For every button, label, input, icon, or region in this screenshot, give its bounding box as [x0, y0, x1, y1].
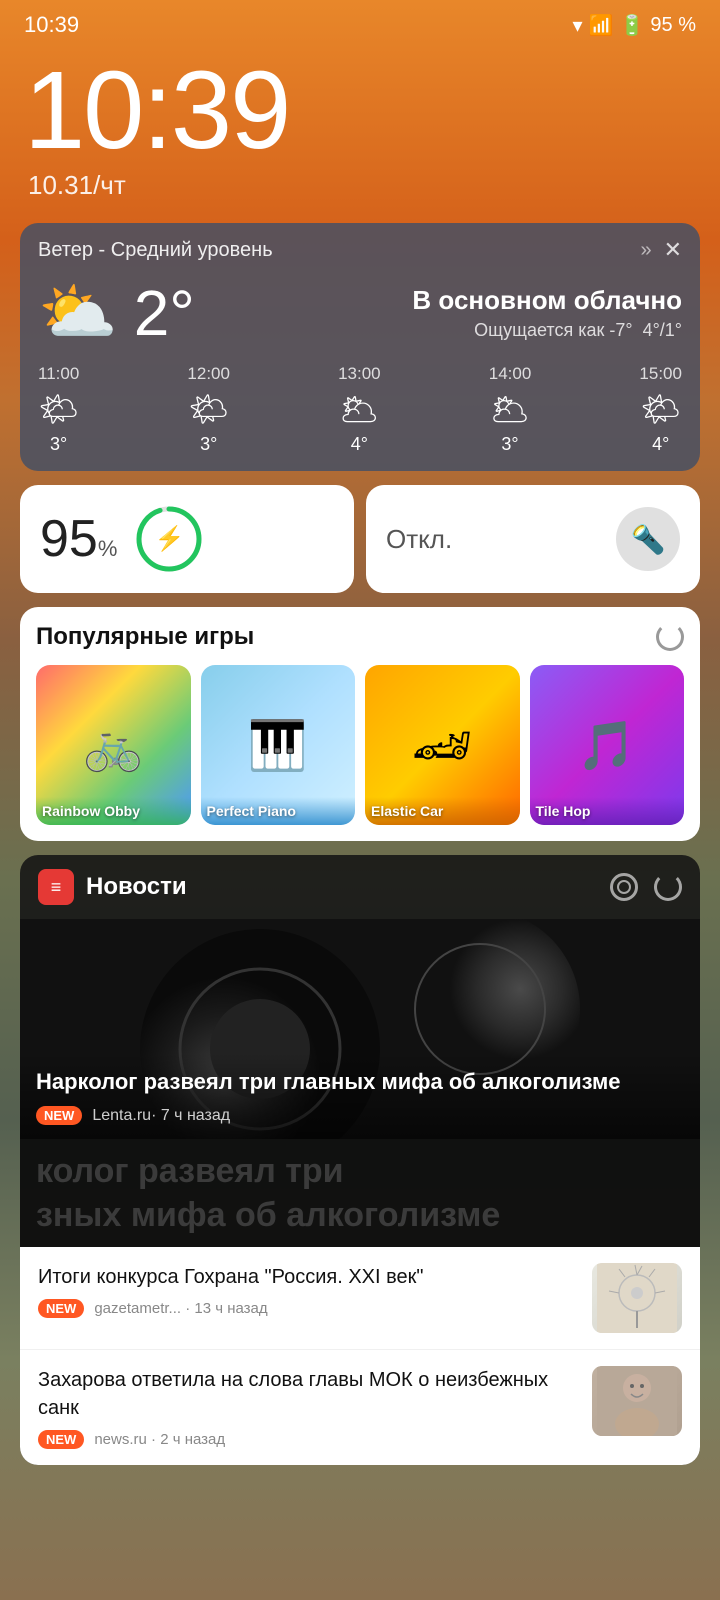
weather-actions[interactable]: » ✕: [640, 237, 682, 263]
news-item-2-source: news.ru · 2 ч назад: [94, 1431, 225, 1448]
news-featured-source: Lenta.ru· 7 ч назад: [92, 1107, 230, 1125]
news-big-headline: колог развеял тризных мифа об алкоголизм…: [36, 1149, 684, 1237]
news-item-2-badge: NEW: [38, 1430, 84, 1449]
weather-title: Ветер - Средний уровень: [38, 239, 273, 262]
weather-desc-main: В основном облачно: [412, 285, 682, 316]
forecast-1: 11:00 🌤 3°: [38, 364, 79, 455]
status-time: 10:39: [24, 12, 79, 38]
news-item-1-source: gazetametr... · 13 ч назад: [94, 1300, 267, 1317]
news-item-2-title: Захарова ответила на слова главы МОК о н…: [38, 1366, 578, 1422]
game-label-piano: Perfect Piano: [201, 797, 356, 825]
forecast-icon-3: 🌥: [339, 390, 380, 428]
weather-close-icon[interactable]: ✕: [664, 237, 682, 263]
weather-main-icon: ⛅: [38, 275, 118, 350]
forecast-5: 15:00 🌤 4°: [639, 364, 682, 455]
clock-widget: 10:39 10.31/чт: [0, 46, 720, 205]
battery-circle-indicator: ⚡: [133, 503, 205, 575]
game-item-perfect-piano[interactable]: 🎹 Perfect Piano: [201, 665, 356, 825]
battery-percent-display: 95%: [40, 509, 117, 569]
news-big-headline-area: колог развеял тризных мифа об алкоголизм…: [20, 1139, 700, 1247]
flashlight-button[interactable]: 🔦: [616, 507, 680, 571]
news-logo: ≡: [38, 869, 74, 905]
clock-time: 10:39: [24, 56, 696, 166]
game-label-car: Elastic Car: [365, 797, 520, 825]
news-widget: ≡ Новости: [20, 855, 700, 1465]
weather-expand-icon[interactable]: »: [640, 239, 651, 262]
status-icons: ▾ 📶 🔋 95 %: [573, 13, 696, 38]
news-item-2-image: [592, 1366, 682, 1436]
game-label-rainbow: Rainbow Obby: [36, 797, 191, 825]
news-featured-title: Нарколог развеял три главных мифа об алк…: [36, 1067, 684, 1098]
news-refresh-icon[interactable]: [654, 873, 682, 901]
forecast-2: 12:00 🌤 3°: [187, 364, 230, 455]
news-list: Итоги конкурса Гохрана "Россия. XXI век"…: [20, 1247, 700, 1465]
news-featured-meta: NEW Lenta.ru· 7 ч назад: [36, 1106, 684, 1125]
forecast-temp-1: 3°: [50, 434, 67, 455]
weather-main: ⛅ 2° В основном облачно Ощущается как -7…: [38, 275, 682, 350]
game-label-tiles: Tile Hop: [530, 797, 685, 825]
forecast-temp-3: 4°: [351, 434, 368, 455]
forecast-4: 14:00 🌥 3°: [489, 364, 532, 455]
weather-forecast: 11:00 🌤 3° 12:00 🌤 3° 13:00 🌥 4° 14:00 🌥…: [38, 364, 682, 455]
status-bar: 10:39 ▾ 📶 🔋 95 %: [0, 0, 720, 46]
weather-temperature: 2°: [134, 276, 195, 350]
news-item-1-badge: NEW: [38, 1299, 84, 1318]
news-header-title: Новости: [86, 873, 598, 901]
news-item-1-content: Итоги конкурса Гохрана "Россия. XXI век"…: [38, 1263, 578, 1318]
quick-widgets: 95% ⚡ Откл. 🔦: [20, 485, 700, 593]
news-item-2-img-inner: [592, 1366, 682, 1436]
weather-header: Ветер - Средний уровень » ✕: [38, 237, 682, 263]
forecast-time-1: 11:00: [38, 364, 79, 384]
wifi-icon: ▾: [573, 13, 583, 38]
dandelion-svg: [597, 1263, 677, 1333]
clock-date: 10.31/чт: [28, 170, 696, 201]
news-featured-image[interactable]: Нарколог развеял три главных мифа об алк…: [20, 919, 700, 1139]
person-svg: [597, 1366, 677, 1436]
news-item-2-content: Захарова ответила на слова главы МОК о н…: [38, 1366, 578, 1449]
games-refresh-icon[interactable]: [656, 623, 684, 651]
news-item-1-title: Итоги конкурса Гохрана "Россия. XXI век": [38, 1263, 578, 1291]
news-item-2[interactable]: Захарова ответила на слова главы МОК о н…: [20, 1350, 700, 1465]
news-header-actions[interactable]: [610, 873, 682, 901]
weather-feels-like: Ощущается как -7° 4°/1°: [412, 320, 682, 341]
weather-widget: Ветер - Средний уровень » ✕ ⛅ 2° В основ…: [20, 223, 700, 471]
forecast-time-4: 14:00: [489, 364, 532, 384]
news-header: ≡ Новости: [20, 855, 700, 919]
flashlight-label: Откл.: [386, 524, 452, 555]
games-title: Популярные игры: [36, 623, 254, 651]
battery-charging-icon: ⚡: [154, 525, 184, 554]
game-item-tile-hop[interactable]: 🎵 Tile Hop: [530, 665, 685, 825]
forecast-icon-2: 🌤: [188, 390, 229, 428]
battery-percent-status: 95 %: [650, 14, 696, 37]
game-item-rainbow-obby[interactable]: 🚲 Rainbow Obby: [36, 665, 191, 825]
forecast-temp-2: 3°: [200, 434, 217, 455]
games-grid: 🚲 Rainbow Obby 🎹 Perfect Piano 🏎 Elastic…: [36, 665, 684, 825]
signal-icon: 📶: [589, 13, 614, 38]
battery-status-icon: 🔋: [620, 13, 645, 38]
forecast-icon-4: 🌥: [490, 390, 531, 428]
forecast-time-2: 12:00: [187, 364, 230, 384]
weather-description: В основном облачно Ощущается как -7° 4°/…: [412, 285, 682, 341]
forecast-icon-5: 🌤: [640, 390, 681, 428]
forecast-time-5: 15:00: [639, 364, 682, 384]
games-widget: Популярные игры 🚲 Rainbow Obby 🎹 Perfect…: [20, 607, 700, 841]
flashlight-icon: 🔦: [631, 523, 666, 556]
news-featured-badge: NEW: [36, 1106, 82, 1125]
forecast-temp-5: 4°: [652, 434, 669, 455]
news-featured-overlay: Нарколог развеял три главных мифа об алк…: [20, 1053, 700, 1139]
battery-widget: 95% ⚡: [20, 485, 354, 593]
news-item-1-meta: NEW gazetametr... · 13 ч назад: [38, 1299, 578, 1318]
forecast-temp-4: 3°: [501, 434, 518, 455]
news-item-1[interactable]: Итоги конкурса Гохрана "Россия. XXI век"…: [20, 1247, 700, 1350]
news-target-icon[interactable]: [610, 873, 638, 901]
flashlight-widget[interactable]: Откл. 🔦: [366, 485, 700, 593]
games-header: Популярные игры: [36, 623, 684, 651]
forecast-time-3: 13:00: [338, 364, 381, 384]
game-item-elastic-car[interactable]: 🏎 Elastic Car: [365, 665, 520, 825]
news-item-1-image: [592, 1263, 682, 1333]
forecast-3: 13:00 🌥 4°: [338, 364, 381, 455]
news-item-1-img-inner: [592, 1263, 682, 1333]
forecast-icon-1: 🌤: [38, 390, 79, 428]
news-item-2-meta: NEW news.ru · 2 ч назад: [38, 1430, 578, 1449]
